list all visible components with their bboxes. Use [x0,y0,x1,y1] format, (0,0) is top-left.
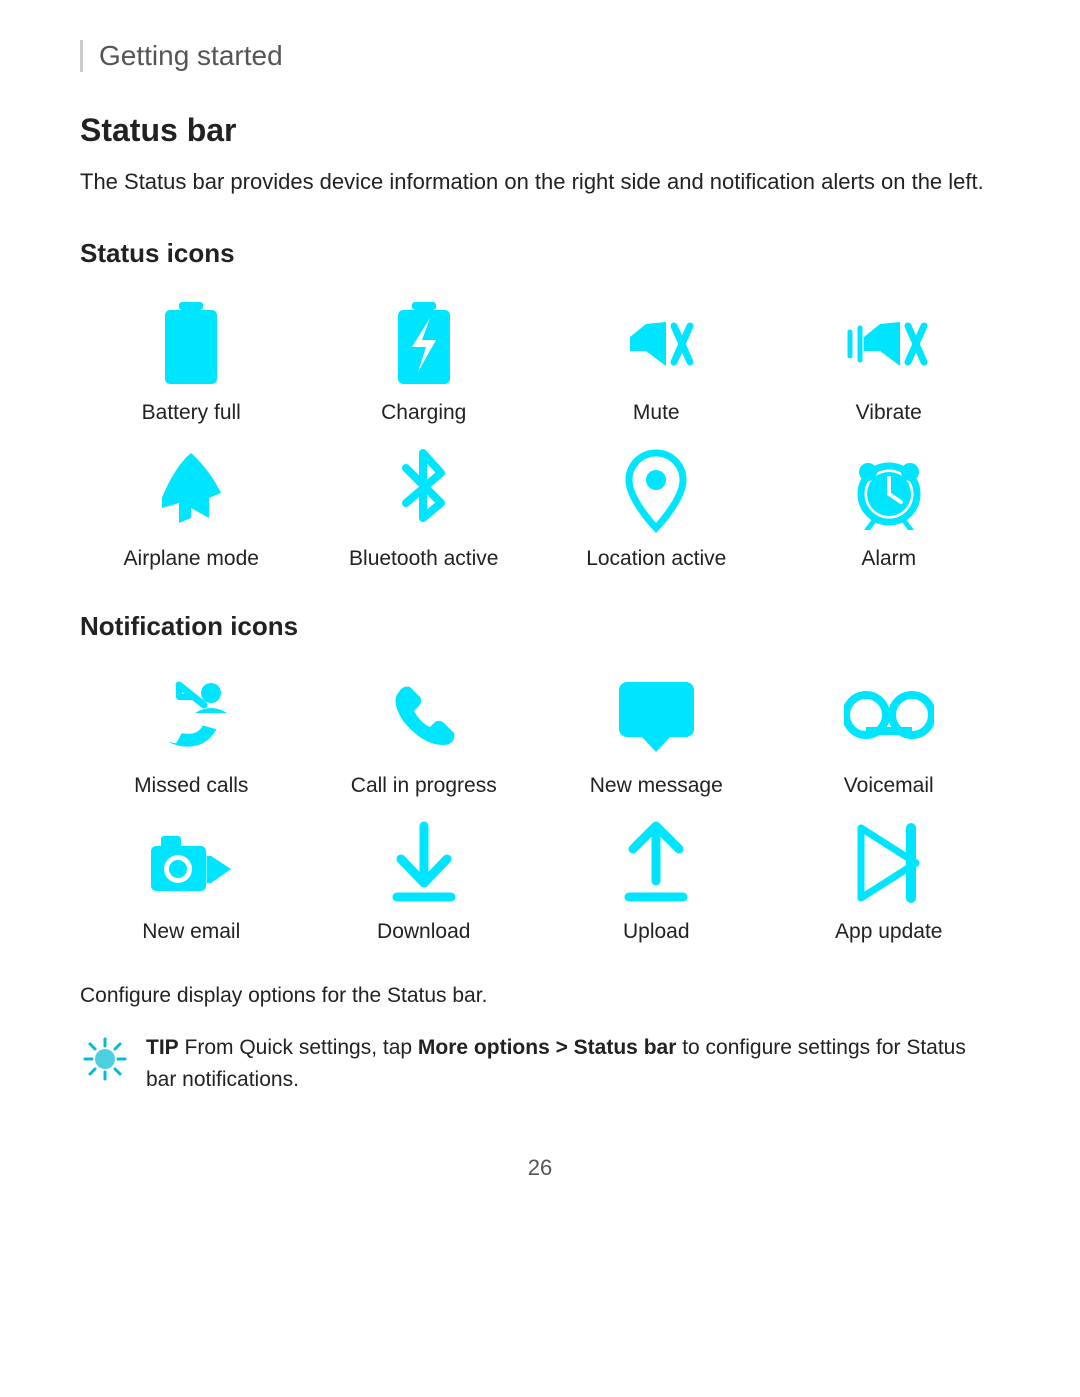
call-in-progress-icon [379,672,469,762]
status-bar-description: The Status bar provides device informati… [80,165,1000,198]
airplane-mode-icon [146,445,236,535]
airplane-mode-label: Airplane mode [124,547,259,571]
location-icon [611,445,701,535]
icon-item-missed-calls: Missed calls [80,672,303,798]
bluetooth-icon [379,445,469,535]
new-email-label: New email [142,920,240,944]
page-header: Getting started [80,40,1000,72]
icon-item-upload: Upload [545,818,768,944]
icon-item-charging: Charging [313,299,536,425]
upload-icon [611,818,701,908]
icon-item-app-update: App update [778,818,1001,944]
tip-bold: More options > Status bar [418,1036,676,1059]
bluetooth-label: Bluetooth active [349,547,498,571]
configure-text: Configure display options for the Status… [80,984,1000,1008]
call-in-progress-label: Call in progress [351,774,497,798]
notification-icons-subtitle: Notification icons [80,611,1000,642]
voicemail-label: Voicemail [844,774,934,798]
icon-item-location: Location active [545,445,768,571]
tip-label: TIP [146,1036,179,1059]
icon-item-mute: Mute [545,299,768,425]
notification-icons-grid: Missed calls Call in progress New messag… [80,672,1000,944]
missed-calls-label: Missed calls [134,774,248,798]
icon-item-voicemail: Voicemail [778,672,1001,798]
tip-icon [80,1034,130,1084]
battery-full-icon [146,299,236,389]
app-update-icon [844,818,934,908]
new-message-icon [611,672,701,762]
tip-text-part1: From Quick settings, tap [179,1036,418,1059]
vibrate-label: Vibrate [856,401,922,425]
app-update-label: App update [835,920,942,944]
voicemail-icon [844,672,934,762]
status-icons-grid: Battery full Charging Mute [80,299,1000,571]
page-number: 26 [80,1155,1000,1181]
tip-text-paragraph: TIP From Quick settings, tap More option… [146,1032,1000,1095]
download-icon [379,818,469,908]
icon-item-new-message: New message [545,672,768,798]
location-label: Location active [586,547,726,571]
mute-icon [611,299,701,389]
icon-item-battery-full: Battery full [80,299,303,425]
icon-item-call-in-progress: Call in progress [313,672,536,798]
status-icons-subtitle: Status icons [80,238,1000,269]
download-label: Download [377,920,470,944]
charging-icon [379,299,469,389]
alarm-label: Alarm [861,547,916,571]
charging-label: Charging [381,401,466,425]
icon-item-alarm: Alarm [778,445,1001,571]
vibrate-icon [844,299,934,389]
upload-label: Upload [623,920,690,944]
missed-calls-icon [146,672,236,762]
icon-item-download: Download [313,818,536,944]
icon-item-airplane-mode: Airplane mode [80,445,303,571]
battery-full-label: Battery full [142,401,241,425]
icon-item-bluetooth: Bluetooth active [313,445,536,571]
new-message-label: New message [590,774,723,798]
icon-item-new-email: New email [80,818,303,944]
mute-label: Mute [633,401,680,425]
icon-item-vibrate: Vibrate [778,299,1001,425]
status-bar-title: Status bar [80,112,1000,149]
page-header-title: Getting started [99,40,283,71]
new-email-icon [146,818,236,908]
tip-box: TIP From Quick settings, tap More option… [80,1032,1000,1095]
alarm-icon [844,445,934,535]
